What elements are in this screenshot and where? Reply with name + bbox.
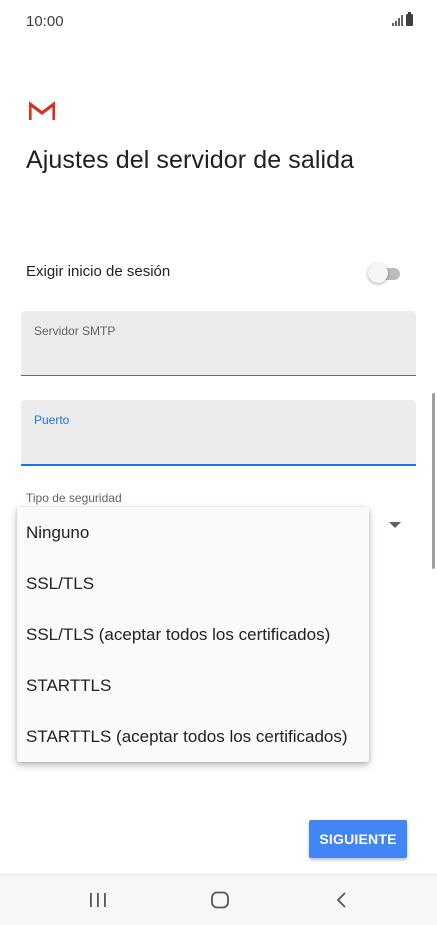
signin-required-toggle[interactable]	[368, 263, 400, 283]
signin-required-row[interactable]: Exigir inicio de sesión	[26, 263, 402, 285]
status-bar: 10:00	[0, 0, 437, 44]
menu-item-none[interactable]: Ninguno	[26, 523, 89, 543]
toggle-thumb	[368, 263, 388, 283]
signin-required-label: Exigir inicio de sesión	[26, 263, 171, 280]
security-type-menu: Ninguno SSL/TLS SSL/TLS (aceptar todos l…	[17, 507, 369, 762]
back-icon[interactable]	[312, 875, 372, 925]
smtp-server-field[interactable]: Servidor SMTP	[21, 311, 416, 376]
menu-item-starttls[interactable]: STARTTLS	[26, 676, 111, 696]
system-icons	[392, 12, 413, 26]
scrollbar[interactable]	[432, 393, 435, 569]
gmail-icon	[29, 101, 55, 120]
next-button[interactable]: SIGUIENTE	[309, 820, 407, 858]
port-label: Puerto	[34, 413, 70, 427]
battery-icon	[406, 12, 413, 26]
status-time: 10:00	[26, 13, 64, 30]
dropdown-arrow-icon[interactable]	[389, 522, 401, 528]
menu-item-ssl-tls-accept-all[interactable]: SSL/TLS (aceptar todos los certificados)	[26, 625, 330, 645]
menu-item-ssl-tls[interactable]: SSL/TLS	[26, 574, 94, 594]
smtp-server-label: Servidor SMTP	[34, 324, 116, 338]
navigation-bar	[0, 874, 437, 925]
page-title: Ajustes del servidor de salida	[26, 146, 355, 174]
security-type-label: Tipo de seguridad	[26, 491, 122, 505]
signal-icon	[392, 14, 403, 26]
home-icon[interactable]	[190, 875, 250, 925]
port-field[interactable]: Puerto	[21, 400, 416, 466]
menu-item-starttls-accept-all[interactable]: STARTTLS (aceptar todos los certificados…	[26, 727, 348, 747]
recents-icon[interactable]	[68, 875, 128, 925]
